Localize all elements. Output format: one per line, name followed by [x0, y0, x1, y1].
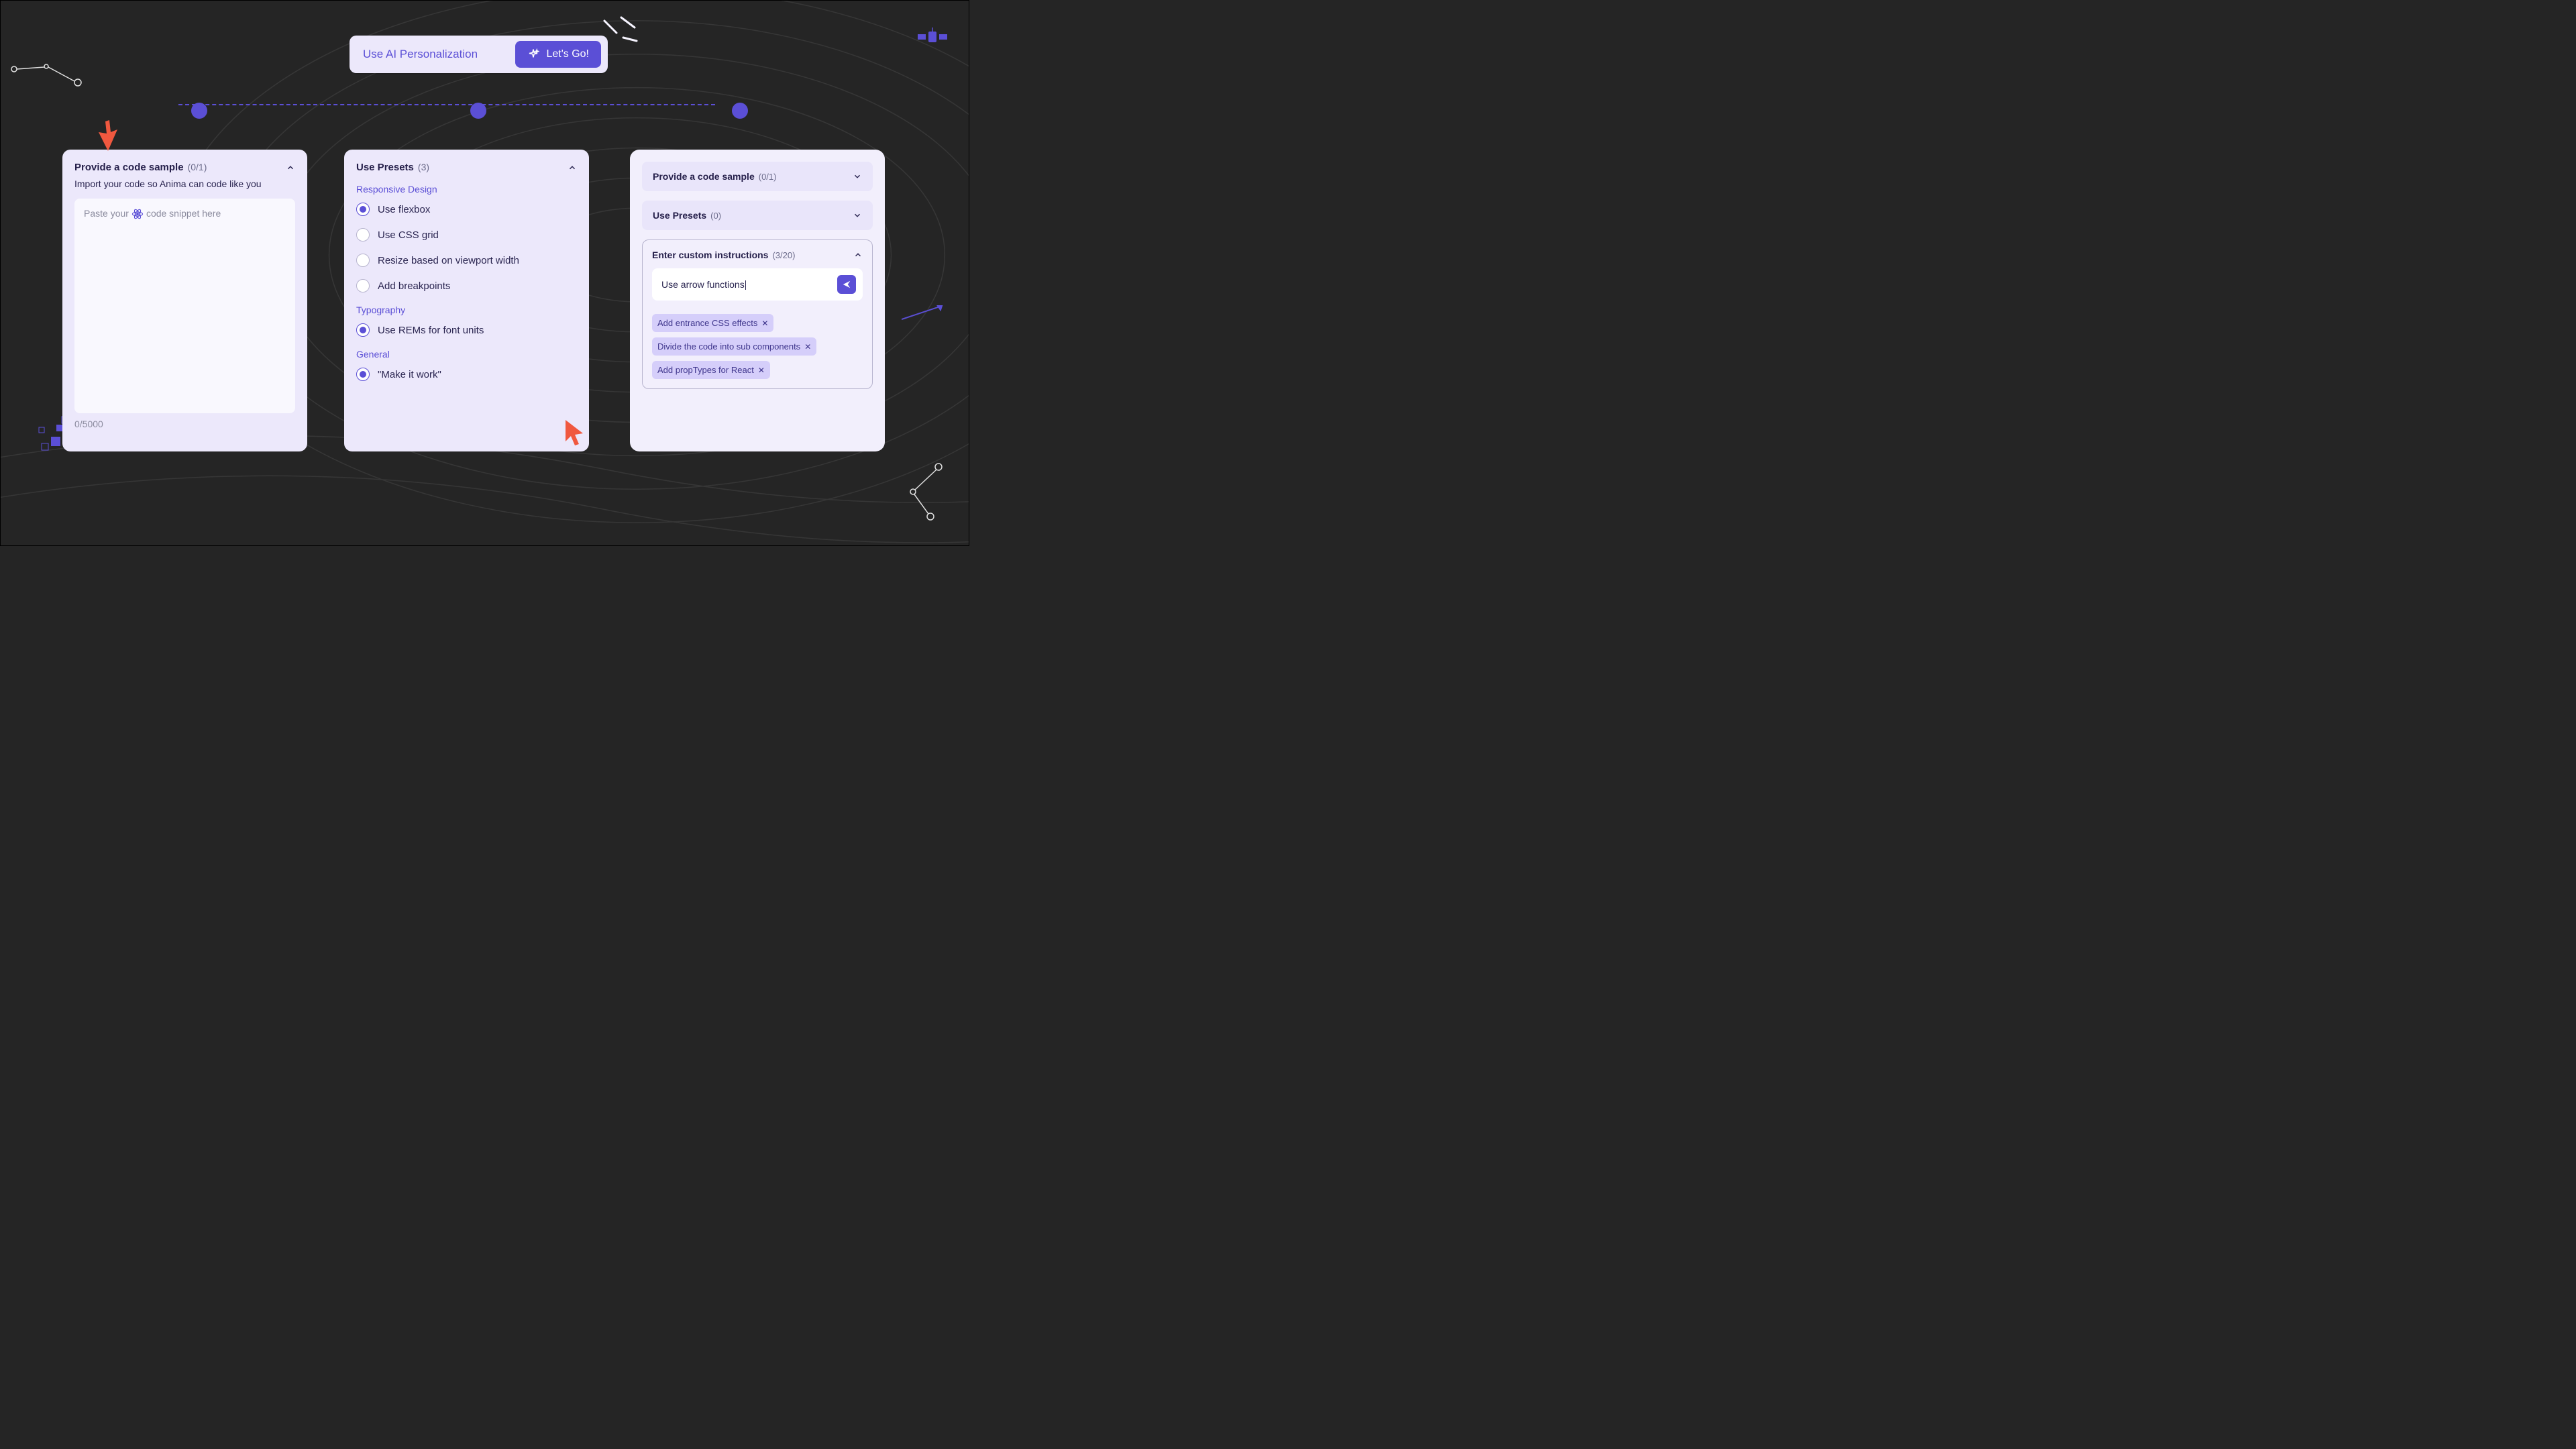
custom-instructions-panel: Enter custom instructions (3/20) Use arr… — [642, 239, 873, 389]
instruction-chips: Add entrance CSS effects ✕ Divide the cod… — [652, 314, 863, 379]
card-code-sample: Provide a code sample (0/1) Import your … — [62, 150, 307, 451]
radio-label: Use CSS grid — [378, 229, 439, 241]
ai-personalization-banner: Use AI Personalization Let's Go! — [350, 36, 608, 73]
radio-icon — [356, 228, 370, 241]
radio-icon — [356, 254, 370, 267]
send-icon — [842, 280, 851, 289]
custom-title: Enter custom instructions — [652, 250, 768, 260]
custom-input-value: Use arrow functions — [661, 279, 745, 290]
close-icon[interactable]: ✕ — [761, 319, 768, 328]
text-caret — [745, 280, 746, 290]
chip-divide-components[interactable]: Divide the code into sub components ✕ — [652, 337, 816, 356]
radio-icon — [356, 323, 370, 337]
radio-label: Use REMs for font units — [378, 325, 484, 336]
placeholder-post: code snippet here — [146, 208, 221, 219]
preset-use-css-grid[interactable]: Use CSS grid — [356, 228, 577, 241]
radio-icon — [356, 203, 370, 216]
preset-make-it-work[interactable]: "Make it work" — [356, 368, 577, 381]
accordion-count: (0/1) — [759, 172, 777, 182]
step-dot-1 — [191, 103, 207, 119]
section-responsive-label: Responsive Design — [356, 184, 577, 195]
chip-label: Divide the code into sub components — [657, 341, 800, 352]
decoration-streak — [902, 303, 952, 323]
radio-icon — [356, 368, 370, 381]
satellite-icon — [916, 28, 949, 48]
custom-count: (3/20) — [772, 250, 795, 260]
card-title: Use Presets — [356, 162, 414, 173]
react-icon — [131, 208, 144, 220]
radio-icon — [356, 279, 370, 292]
step-connector — [178, 104, 715, 105]
chip-entrance-effects[interactable]: Add entrance CSS effects ✕ — [652, 314, 773, 332]
chevron-down-icon — [853, 172, 862, 181]
card-code-sample-header[interactable]: Provide a code sample (0/1) — [74, 162, 295, 173]
banner-title: Use AI Personalization — [363, 48, 478, 61]
decoration-nodes-bottom-right — [898, 462, 952, 522]
radio-label: Use flexbox — [378, 204, 430, 215]
placeholder-pre: Paste your — [84, 208, 129, 219]
card-title: Provide a code sample — [74, 162, 184, 173]
chevron-down-icon — [853, 211, 862, 220]
submit-instruction-button[interactable] — [837, 275, 856, 294]
chevron-up-icon — [568, 163, 577, 172]
accordion-code-sample[interactable]: Provide a code sample (0/1) — [642, 162, 873, 191]
chip-add-proptypes[interactable]: Add propTypes for React ✕ — [652, 361, 770, 379]
preset-resize-viewport[interactable]: Resize based on viewport width — [356, 254, 577, 267]
card-count: (3) — [418, 162, 429, 172]
card-count: (0/1) — [188, 162, 207, 172]
section-typography-label: Typography — [356, 305, 577, 315]
sparkle-icon — [527, 48, 539, 60]
pointer-arrow-icon — [97, 120, 119, 151]
close-icon[interactable]: ✕ — [804, 342, 811, 352]
step-dot-2 — [470, 103, 486, 119]
step-dot-3 — [732, 103, 748, 119]
preset-use-flexbox[interactable]: Use flexbox — [356, 203, 577, 216]
preset-add-breakpoints[interactable]: Add breakpoints — [356, 279, 577, 292]
chevron-up-icon — [286, 163, 295, 172]
code-snippet-input[interactable]: Paste your code snippet here — [74, 199, 295, 413]
close-icon[interactable]: ✕ — [758, 366, 765, 375]
accordion-count: (0) — [710, 211, 721, 221]
accordion-title: Provide a code sample — [653, 171, 755, 182]
accordion-title: Use Presets — [653, 210, 706, 221]
char-counter: 0/5000 — [74, 419, 295, 429]
preset-use-rems[interactable]: Use REMs for font units — [356, 323, 577, 337]
custom-instructions-header[interactable]: Enter custom instructions (3/20) — [652, 250, 863, 260]
accordion-presets[interactable]: Use Presets (0) — [642, 201, 873, 230]
radio-label: "Make it work" — [378, 369, 441, 380]
radio-label: Resize based on viewport width — [378, 255, 519, 266]
decoration-nodes-top-left — [7, 61, 88, 95]
card-subtitle: Import your code so Anima can code like … — [74, 178, 295, 189]
lets-go-label: Let's Go! — [546, 48, 589, 60]
lets-go-button[interactable]: Let's Go! — [515, 41, 601, 68]
card-presets-header[interactable]: Use Presets (3) — [356, 162, 577, 173]
card-presets: Use Presets (3) Responsive Design Use fl… — [344, 150, 589, 451]
section-general-label: General — [356, 349, 577, 360]
radio-label: Add breakpoints — [378, 280, 450, 292]
chevron-up-icon — [853, 250, 863, 260]
card-custom-instructions: Provide a code sample (0/1) Use Presets … — [630, 150, 885, 451]
chip-label: Add propTypes for React — [657, 365, 754, 375]
custom-instruction-input[interactable]: Use arrow functions — [652, 268, 863, 301]
chip-label: Add entrance CSS effects — [657, 318, 757, 328]
